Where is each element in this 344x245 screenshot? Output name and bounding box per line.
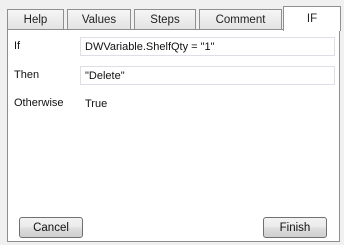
then-label: Then xyxy=(14,69,40,81)
tab-bar: Help Values Steps Comment IF xyxy=(7,6,341,31)
cancel-button-label: Cancel xyxy=(33,221,69,234)
tab-if-label: IF xyxy=(306,13,318,25)
tab-values-label: Values xyxy=(81,13,117,26)
tab-steps[interactable]: Steps xyxy=(134,9,196,29)
if-label: If xyxy=(14,40,21,52)
tab-values[interactable]: Values xyxy=(67,9,131,29)
otherwise-value-field[interactable]: True xyxy=(80,94,335,113)
otherwise-label: Otherwise xyxy=(14,97,64,109)
tab-comment-label: Comment xyxy=(215,13,266,26)
tab-comment[interactable]: Comment xyxy=(199,9,282,29)
finish-button[interactable]: Finish xyxy=(263,217,327,238)
tab-if[interactable]: IF xyxy=(283,6,341,31)
otherwise-value: True xyxy=(85,98,108,110)
tab-steps-label: Steps xyxy=(150,13,180,26)
then-value-field[interactable]: "Delete" xyxy=(80,66,335,85)
then-value: "Delete" xyxy=(85,70,125,82)
if-condition-value: DWVariable.ShelfQty = "1" xyxy=(85,41,215,53)
tab-help[interactable]: Help xyxy=(7,9,64,29)
cancel-button[interactable]: Cancel xyxy=(19,217,83,238)
finish-button-label: Finish xyxy=(279,221,311,234)
tab-help-label: Help xyxy=(23,13,48,26)
if-condition-field[interactable]: DWVariable.ShelfQty = "1" xyxy=(80,37,335,56)
if-panel: If DWVariable.ShelfQty = "1" Then "Delet… xyxy=(7,29,340,242)
